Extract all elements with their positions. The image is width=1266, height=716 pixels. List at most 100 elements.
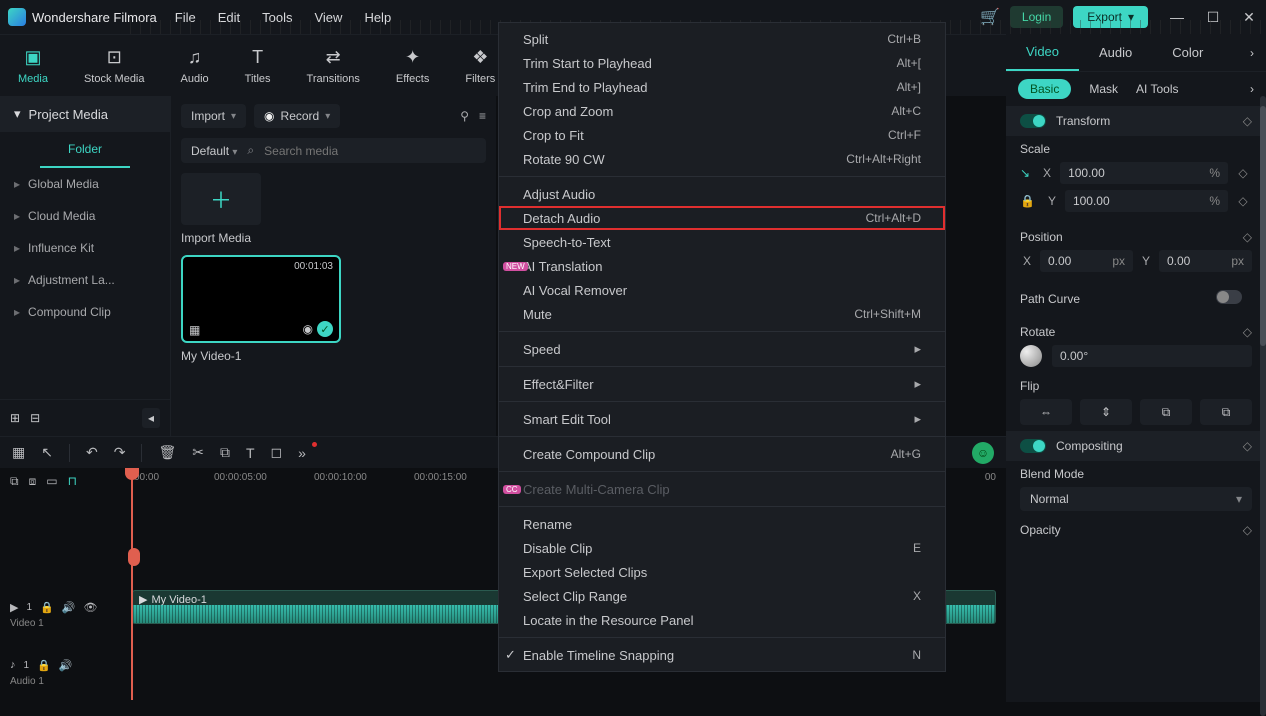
new-bin-icon[interactable]: ⊟ xyxy=(30,411,40,425)
ctx-rotate-90-cw[interactable]: Rotate 90 CWCtrl+Alt+Right xyxy=(499,147,945,171)
module-transitions[interactable]: ⇄Transitions xyxy=(307,47,360,85)
section-transform[interactable]: Transform ◇ xyxy=(1006,106,1266,136)
ctx-adjust-audio[interactable]: Adjust Audio xyxy=(499,182,945,206)
cursor-icon[interactable]: ↖ xyxy=(41,444,53,461)
ctx-trim-end-to-playhead[interactable]: Trim End to PlayheadAlt+] xyxy=(499,75,945,99)
compositing-toggle[interactable] xyxy=(1020,439,1046,453)
transform-toggle[interactable] xyxy=(1020,114,1046,128)
record-dropdown[interactable]: ◉Record▾ xyxy=(254,104,340,128)
cut-icon[interactable]: ✂ xyxy=(192,444,204,461)
more-icon[interactable]: ≡ xyxy=(479,109,486,123)
tab-color[interactable]: Color xyxy=(1152,34,1223,71)
media-thumbnail[interactable]: 00:01:03 ▦ ◉✓ xyxy=(181,255,341,343)
ctx-detach-audio[interactable]: Detach AudioCtrl+Alt+D xyxy=(499,206,945,230)
ctx-export-selected-clips[interactable]: Export Selected Clips xyxy=(499,560,945,584)
keyframe-diamond-icon[interactable]: ◇ xyxy=(1243,523,1252,537)
flip-paste-button[interactable]: ⧉ xyxy=(1200,399,1252,425)
marker[interactable] xyxy=(128,548,140,566)
sidebar-header[interactable]: ▾Project Media xyxy=(0,96,170,132)
module-effects[interactable]: ✦Effects xyxy=(396,47,429,85)
module-stock-media[interactable]: ⊡Stock Media xyxy=(84,47,145,85)
module-titles[interactable]: TTitles xyxy=(245,47,271,85)
subtabs-more-icon[interactable]: › xyxy=(1250,82,1254,96)
ctx-rename[interactable]: Rename xyxy=(499,512,945,536)
module-audio[interactable]: ♫Audio xyxy=(181,47,209,85)
collapse-sidebar-icon[interactable]: ◂ xyxy=(142,408,160,428)
new-folder-icon[interactable]: ⊞ xyxy=(10,411,20,425)
pathcurve-toggle[interactable] xyxy=(1216,290,1242,304)
sidebar-item-global-media[interactable]: ▸Global Media xyxy=(0,168,170,200)
lock-icon[interactable]: 🔒 xyxy=(1020,194,1039,208)
scale-y-input[interactable]: 100.00% xyxy=(1065,190,1228,212)
more-tools-icon[interactable]: » xyxy=(298,445,306,461)
ctx-speed[interactable]: Speed▸ xyxy=(499,337,945,361)
crop-icon[interactable]: ⧉ xyxy=(220,444,230,461)
rotate-input[interactable]: 0.00° xyxy=(1052,345,1252,367)
trash-icon[interactable]: 🗑 xyxy=(158,444,176,461)
tab-audio[interactable]: Audio xyxy=(1079,34,1152,71)
subtab-ai-tools[interactable]: AI Tools xyxy=(1136,82,1178,96)
ctx-mute[interactable]: MuteCtrl+Shift+M xyxy=(499,302,945,326)
position-x-input[interactable]: 0.00px xyxy=(1040,250,1133,272)
ctx-effect-filter[interactable]: Effect&Filter▸ xyxy=(499,372,945,396)
flip-horizontal-button[interactable]: ⇔ xyxy=(1020,399,1072,425)
subtab-basic[interactable]: Basic xyxy=(1018,79,1071,99)
filter-icon[interactable]: ⚲ xyxy=(460,109,469,123)
search-input[interactable] xyxy=(264,144,476,158)
import-tile[interactable]: ＋ xyxy=(181,173,261,225)
import-dropdown[interactable]: Import▾ xyxy=(181,104,246,128)
module-filters[interactable]: ❖Filters xyxy=(465,47,495,85)
ctx-disable-clip[interactable]: Disable ClipE xyxy=(499,536,945,560)
keyframe-diamond-icon[interactable]: ◇ xyxy=(1243,114,1252,128)
keyframe-diamond-icon[interactable]: ◇ xyxy=(1243,325,1252,339)
sidebar-tab-folder[interactable]: Folder xyxy=(40,132,130,168)
magnet-icon[interactable]: ⊓ xyxy=(68,474,77,488)
tl-icon-1[interactable]: ⧉ xyxy=(10,474,19,489)
text-icon[interactable]: T xyxy=(246,445,255,461)
ctx-smart-edit-tool[interactable]: Smart Edit Tool▸ xyxy=(499,407,945,431)
keyframe-diamond-icon[interactable]: ◇ xyxy=(1234,194,1252,208)
playhead[interactable] xyxy=(131,468,133,700)
ctx-create-compound-clip[interactable]: Create Compound ClipAlt+G xyxy=(499,442,945,466)
link-icon[interactable]: ↘ xyxy=(1020,166,1034,180)
ctx-crop-and-zoom[interactable]: Crop and ZoomAlt+C xyxy=(499,99,945,123)
sidebar-item-influence-kit[interactable]: ▸Influence Kit xyxy=(0,232,170,264)
inspector-scrollbar[interactable] xyxy=(1260,96,1266,716)
sidebar-item-cloud-media[interactable]: ▸Cloud Media xyxy=(0,200,170,232)
frame-icon[interactable]: ◻ xyxy=(271,444,283,461)
ctx-split[interactable]: SplitCtrl+B xyxy=(499,27,945,51)
sidebar-item-adjustment-layer[interactable]: ▸Adjustment La... xyxy=(0,264,170,296)
ctx-speech-to-text[interactable]: Speech-to-Text xyxy=(499,230,945,254)
ctx-crop-to-fit[interactable]: Crop to FitCtrl+F xyxy=(499,123,945,147)
keyframe-diamond-icon[interactable]: ◇ xyxy=(1234,166,1252,180)
scale-x-input[interactable]: 100.00% xyxy=(1060,162,1228,184)
ctx-select-clip-range[interactable]: Select Clip RangeX xyxy=(499,584,945,608)
flip-vertical-button[interactable]: ⇕ xyxy=(1080,399,1132,425)
blendmode-select[interactable]: Normal▾ xyxy=(1020,487,1252,511)
sidebar-item-compound-clip[interactable]: ▸Compound Clip xyxy=(0,296,170,328)
tl-icon-3[interactable]: ▭ xyxy=(46,474,57,488)
tab-video[interactable]: Video xyxy=(1006,34,1079,71)
redo-icon[interactable]: ↷ xyxy=(114,444,126,461)
section-compositing[interactable]: Compositing ◇ xyxy=(1006,431,1266,461)
lock-icon[interactable]: 🔒 xyxy=(40,601,54,614)
position-y-input[interactable]: 0.00px xyxy=(1159,250,1252,272)
mute-icon[interactable]: 🔊 xyxy=(62,601,76,614)
flip-copy-button[interactable]: ⧉ xyxy=(1140,399,1192,425)
tabs-more-icon[interactable]: › xyxy=(1238,46,1266,60)
keyframe-diamond-icon[interactable]: ◇ xyxy=(1243,230,1252,244)
ctx-enable-timeline-snapping[interactable]: ✓Enable Timeline SnappingN xyxy=(499,643,945,667)
ai-face-icon[interactable]: ☺ xyxy=(972,442,994,464)
ctx-ai-vocal-remover[interactable]: AI Vocal Remover xyxy=(499,278,945,302)
ctx-locate-in-the-resource-panel[interactable]: Locate in the Resource Panel xyxy=(499,608,945,632)
rotate-knob[interactable] xyxy=(1020,345,1042,367)
ctx-ai-translation[interactable]: NEWAI Translation xyxy=(499,254,945,278)
lock-icon[interactable]: 🔒 xyxy=(37,659,51,672)
ctx-trim-start-to-playhead[interactable]: Trim Start to PlayheadAlt+[ xyxy=(499,51,945,75)
grid-icon[interactable]: ▦ xyxy=(12,444,25,461)
subtab-mask[interactable]: Mask xyxy=(1089,82,1118,96)
eye-icon[interactable]: 👁 xyxy=(83,601,97,614)
undo-icon[interactable]: ↶ xyxy=(86,444,98,461)
mute-icon[interactable]: 🔊 xyxy=(59,659,73,672)
module-media[interactable]: ▣Media xyxy=(18,47,48,85)
